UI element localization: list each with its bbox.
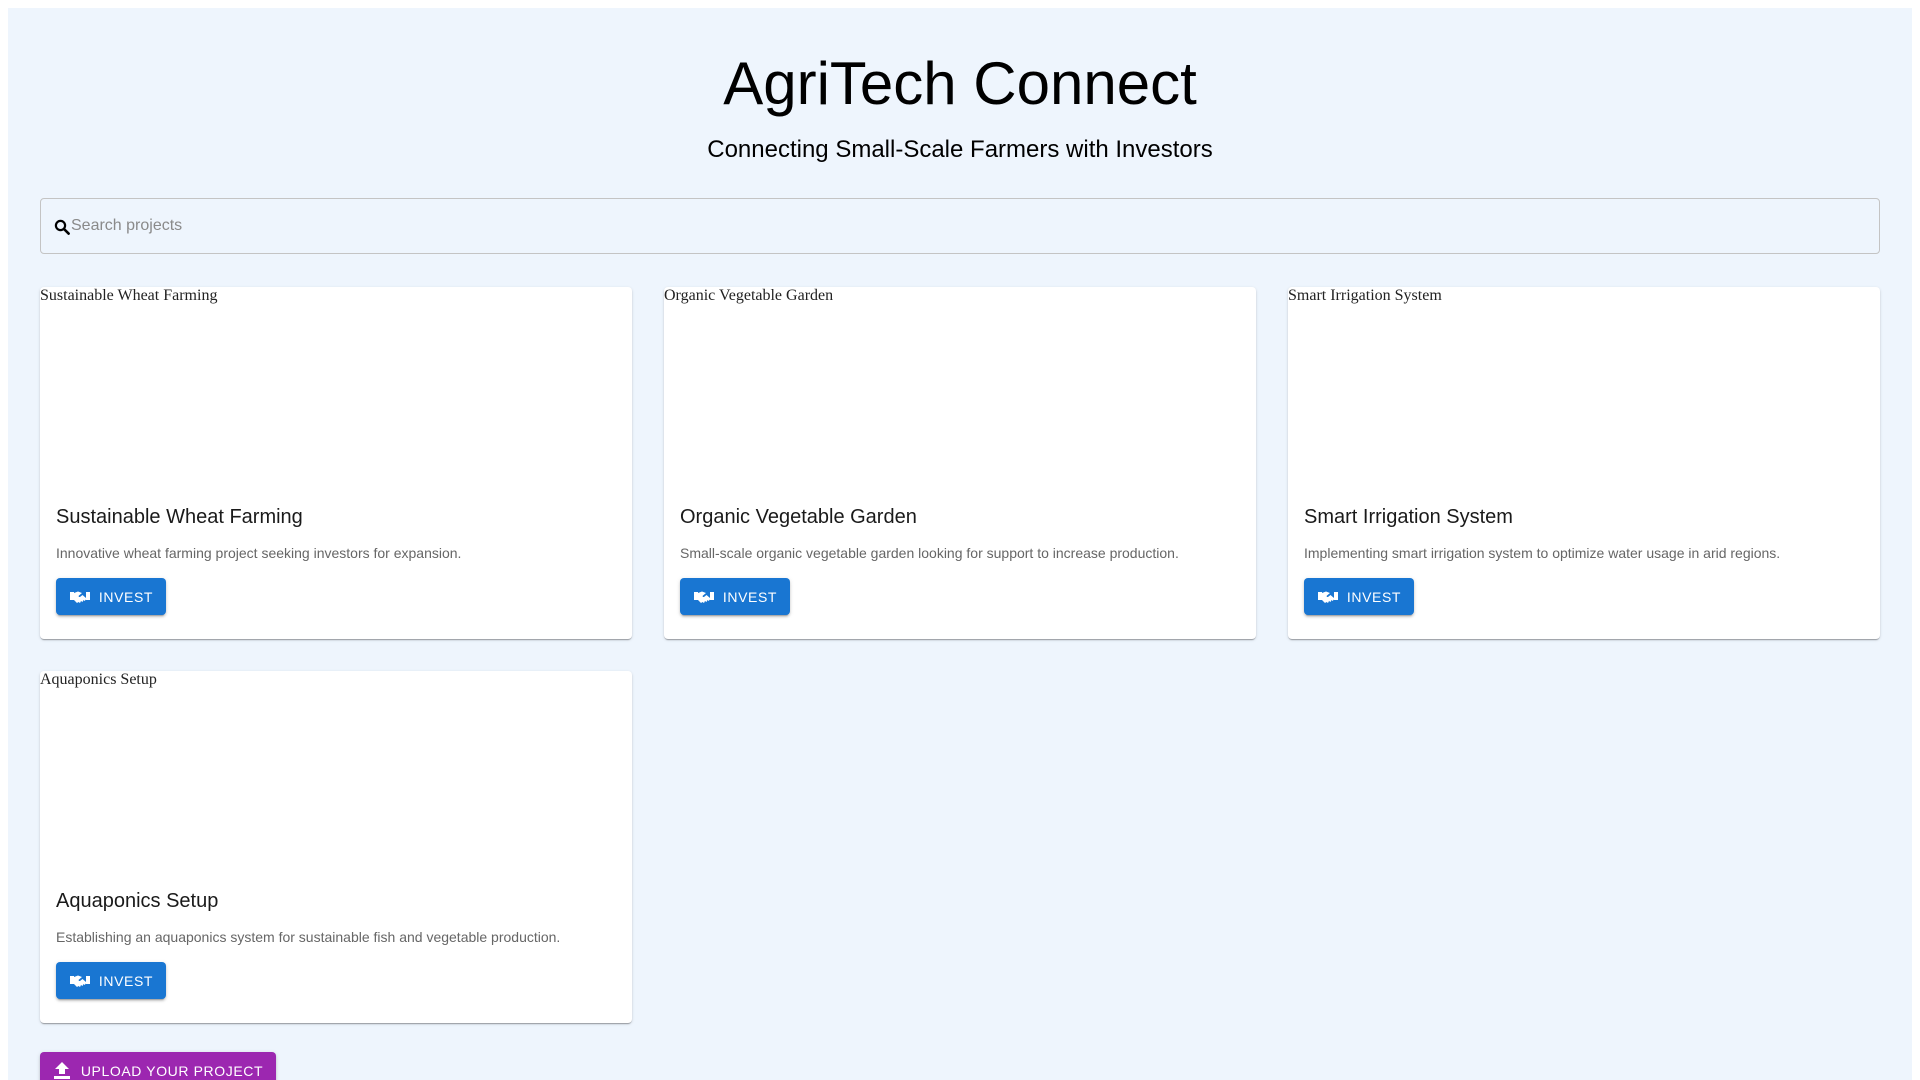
invest-button-label: Invest <box>98 588 154 605</box>
project-title: Organic Vegetable Garden <box>680 506 917 528</box>
handshake-icon <box>693 591 714 603</box>
project-card: Sustainable Wheat Farming Sustainable Wh… <box>40 287 632 639</box>
project-image: Smart Irrigation System <box>1288 287 1880 487</box>
app-subtitle: Connecting Small-Scale Farmers with Inve… <box>707 136 1213 163</box>
invest-button-label: Invest <box>98 972 154 989</box>
project-description: Establishing an aquaponics system for su… <box>56 929 561 945</box>
invest-button[interactable]: Invest <box>56 962 166 999</box>
invest-button-label: Invest <box>722 588 778 605</box>
project-image: Aquaponics Setup <box>40 671 632 871</box>
invest-button[interactable]: Invest <box>680 578 790 615</box>
project-title: Smart Irrigation System <box>1304 506 1513 528</box>
project-image: Organic Vegetable Garden <box>664 287 1256 487</box>
invest-button-label: Invest <box>1346 588 1402 605</box>
project-description: Innovative wheat farming project seeking… <box>56 545 462 561</box>
upload-icon <box>53 1062 70 1079</box>
project-image-alt: Smart Irrigation System <box>1288 287 1442 304</box>
page: AgriTech Connect Connecting Small-Scale … <box>8 8 1912 1080</box>
app-title: AgriTech Connect <box>723 50 1197 117</box>
project-description: Small-scale organic vegetable garden loo… <box>680 545 1179 561</box>
search-input[interactable] <box>71 199 1861 253</box>
handshake-icon <box>69 975 90 987</box>
invest-button[interactable]: Invest <box>56 578 166 615</box>
search-icon <box>54 219 70 235</box>
project-image-alt: Sustainable Wheat Farming <box>40 287 218 304</box>
handshake-icon <box>1317 591 1338 603</box>
project-title: Sustainable Wheat Farming <box>56 506 303 528</box>
search-bar[interactable] <box>40 198 1880 254</box>
project-title: Aquaponics Setup <box>56 890 219 912</box>
upload-project-label: Upload Your Project <box>80 1063 264 1079</box>
project-image-alt: Aquaponics Setup <box>40 671 157 688</box>
project-card: Smart Irrigation System Smart Irrigation… <box>1288 287 1880 639</box>
project-card: Aquaponics Setup Aquaponics Setup Establ… <box>40 671 632 1023</box>
project-description: Implementing smart irrigation system to … <box>1304 545 1781 561</box>
project-image-alt: Organic Vegetable Garden <box>664 287 834 304</box>
upload-project-button[interactable]: Upload Your Project <box>40 1052 276 1080</box>
project-image: Sustainable Wheat Farming <box>40 287 632 487</box>
invest-button[interactable]: Invest <box>1304 578 1414 615</box>
project-card: Organic Vegetable Garden Organic Vegetab… <box>664 287 1256 639</box>
handshake-icon <box>69 591 90 603</box>
